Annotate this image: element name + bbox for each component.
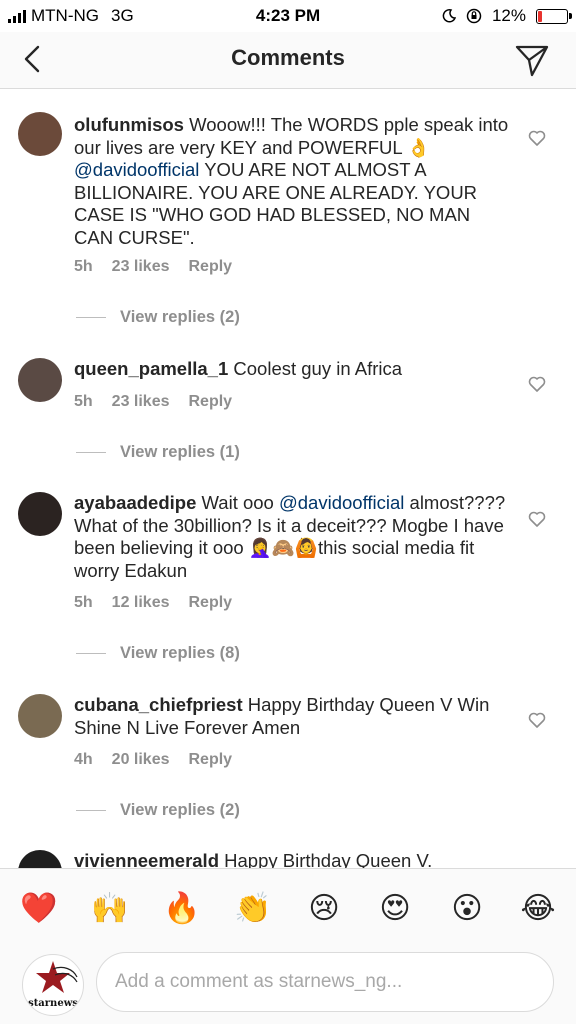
like-heart-icon[interactable] [528,711,546,729]
avatar[interactable] [18,492,62,536]
emoji-button[interactable]: 🔥 [163,891,200,927]
comment-username[interactable]: cubana_chiefpriest [74,694,243,715]
profile-avatar[interactable]: starnews [22,954,84,1016]
comment-time: 5h [74,393,93,410]
avatar[interactable] [18,358,62,402]
like-heart-icon[interactable] [528,129,546,147]
comment-text: queen_pamella_1 Coolest guy in Africa [74,358,403,379]
mention-link[interactable]: @davidoofficial [74,159,199,180]
star-logo-icon [36,961,78,993]
view-replies-button[interactable]: View replies (1) [76,443,240,462]
reply-button[interactable]: Reply [189,258,233,276]
like-heart-icon[interactable] [528,375,546,393]
comment-time: 4h [74,751,93,768]
comment-username[interactable]: ayabaadedipe [74,492,196,513]
avatar[interactable] [18,694,62,738]
comment-text: cubana_chiefpriest Happy Birthday Queen … [74,694,490,738]
replies-divider [76,810,106,811]
emoji-button[interactable]: 😮 [449,891,485,927]
comment-likes[interactable]: 20 likes [112,751,170,769]
view-replies-button[interactable]: View replies (2) [76,801,240,820]
rotation-lock-icon [466,8,482,24]
reply-button[interactable]: Reply [189,594,233,612]
comment-likes[interactable]: 23 likes [112,393,170,411]
mention-link[interactable]: @davidoofficial [279,492,404,513]
emoji-button[interactable]: 👏 [234,891,271,927]
comment-composer: starnews [0,950,576,1024]
comment-time: 5h [74,594,93,611]
battery-percent: 12% [491,6,526,25]
comment-meta: 5h 12 likes Reply [74,594,232,612]
replies-divider [76,317,106,318]
header: Comments [0,32,576,89]
status-bar: MTN-NG 3G 4:23 PM 12% [0,0,576,32]
emoji-button[interactable]: 😂 [520,891,556,927]
emoji-button[interactable]: 😢 [306,891,342,927]
battery-fill [538,10,542,22]
page-title: Comments [231,45,345,70]
avatar[interactable] [18,112,62,156]
comment-meta: 5h 23 likes Reply [74,393,232,411]
comment-username[interactable]: olufunmisos [74,114,184,135]
view-replies-button[interactable]: View replies (8) [76,644,240,663]
moon-icon [442,9,456,23]
comment-input[interactable] [113,953,517,1011]
reply-button[interactable]: Reply [189,393,233,411]
status-right: 12% [442,6,572,26]
comment-text: olufunmisos Wooow!!! The WORDS pple spea… [74,114,509,248]
comment-text: ayabaadedipe Wait ooo @davidoofficial al… [74,492,506,581]
emoji-button[interactable]: 😍 [377,891,413,927]
comment-time: 5h [74,258,93,275]
send-icon[interactable] [514,42,550,78]
emoji-button[interactable]: 🙌 [91,891,128,927]
profile-brand-text: starnews [28,998,78,1009]
view-replies-button[interactable]: View replies (2) [76,308,240,327]
comment-likes[interactable]: 12 likes [112,594,170,612]
comment-meta: 4h 20 likes Reply [74,751,232,769]
like-heart-icon[interactable] [528,510,546,528]
comment-likes[interactable]: 23 likes [112,258,170,276]
comment-meta: 5h 23 likes Reply [74,258,232,276]
replies-divider [76,653,106,654]
comment-input-box[interactable] [96,952,554,1012]
emoji-reaction-bar: ❤️ 🙌 🔥 👏 😢 😍 😮 😂 [0,868,576,951]
reply-button[interactable]: Reply [189,751,233,769]
battery-icon [536,8,572,24]
emoji-button[interactable]: ❤️ [20,891,57,927]
comment-username[interactable]: queen_pamella_1 [74,358,228,379]
replies-divider [76,452,106,453]
